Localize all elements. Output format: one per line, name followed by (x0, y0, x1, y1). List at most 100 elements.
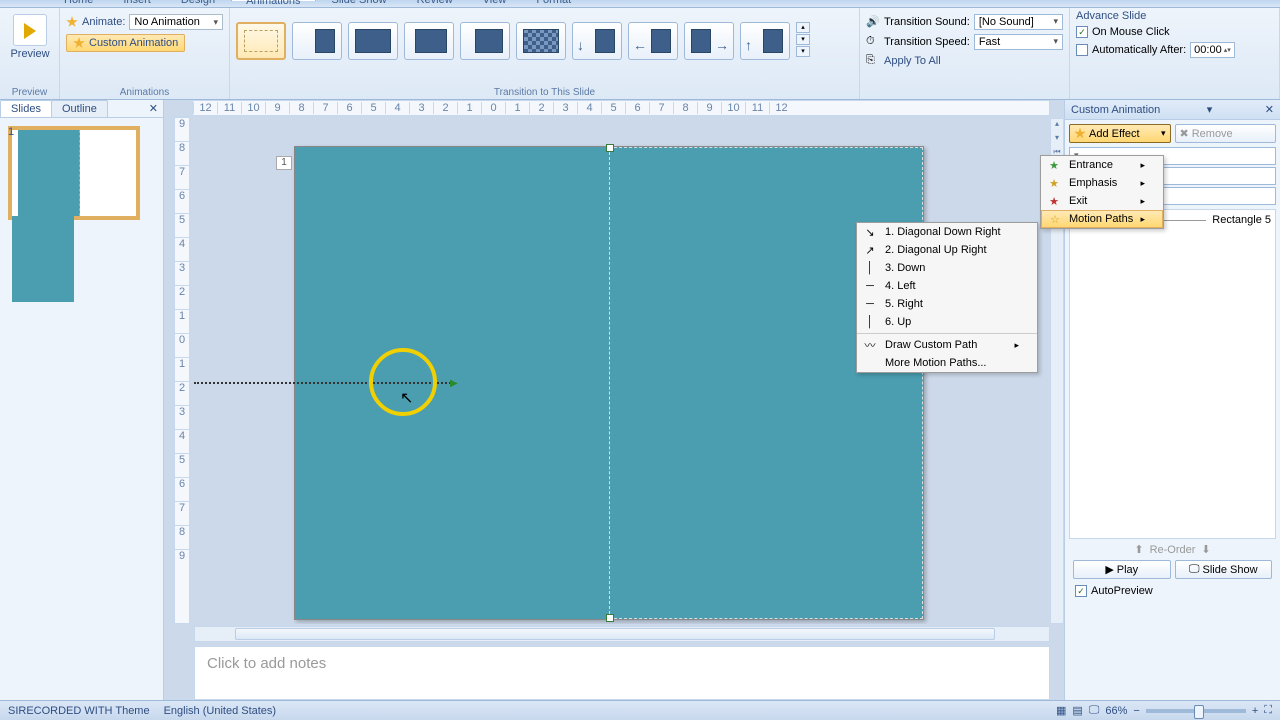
gallery-down[interactable]: ▾ (796, 34, 810, 45)
view-normal-icon[interactable]: ▦ (1056, 704, 1066, 717)
auto-after-label: Automatically After: (1092, 44, 1186, 56)
on-click-checkbox[interactable]: ✓ (1076, 26, 1088, 38)
status-lang[interactable]: English (United States) (164, 705, 277, 717)
horizontal-scrollbar[interactable] (194, 626, 1050, 642)
apply-all-icon: ⎘ (866, 54, 880, 68)
add-effect-menu: ★Entrance▸ ★Emphasis▸ ★Exit▸ ☆Motion Pat… (1040, 155, 1164, 229)
play-button[interactable]: ▶ Play (1073, 560, 1171, 579)
preview-icon (13, 14, 47, 46)
slides-tab[interactable]: Slides (0, 100, 52, 117)
animate-icon (66, 16, 78, 28)
transition-cut[interactable] (348, 22, 398, 60)
transition-checker[interactable] (516, 22, 566, 60)
tab-view[interactable]: View (469, 0, 521, 1)
transition-dissolve[interactable] (404, 22, 454, 60)
motion-path-end: ▶ (450, 378, 458, 386)
notes-pane[interactable]: Click to add notes (194, 646, 1050, 700)
menu-exit[interactable]: ★Exit▸ (1041, 192, 1163, 210)
auto-after-spinner[interactable]: 00:00 (1190, 42, 1235, 58)
transition-gallery[interactable]: ↓ ← → ↑ ▴ ▾ ▾ (236, 12, 853, 99)
gallery-up[interactable]: ▴ (796, 22, 810, 33)
menu-emphasis[interactable]: ★Emphasis▸ (1041, 174, 1163, 192)
animation-tag[interactable]: 1 (276, 156, 292, 170)
cursor-icon: ↖ (400, 388, 413, 408)
editor-area: 1211109876543210123456789101112 98765432… (164, 100, 1064, 700)
path-draw-custom[interactable]: 〰Draw Custom Path▸ (857, 336, 1037, 354)
motion-paths-submenu: ↘1. Diagonal Down Right ↗2. Diagonal Up … (856, 222, 1038, 373)
transition-fade[interactable] (292, 22, 342, 60)
reorder-up[interactable]: ⬆ (1134, 543, 1143, 556)
ribbon-tabs: Home Insert Design Animations Slide Show… (0, 0, 1280, 8)
transition-cover-up[interactable]: ↑ (740, 22, 790, 60)
tab-review[interactable]: Review (403, 0, 467, 1)
panel-close[interactable]: ✕ (143, 100, 164, 117)
transition-wipe[interactable] (460, 22, 510, 60)
effect-list[interactable]: 1 Rectangle 5 (1069, 209, 1276, 539)
path-down[interactable]: │3. Down (857, 259, 1037, 277)
view-show-icon[interactable]: 🖵 (1089, 704, 1100, 717)
outline-tab[interactable]: Outline (51, 100, 108, 117)
sound-dropdown[interactable]: [No Sound] (974, 14, 1063, 30)
status-theme: SIRECORDED WITH Theme (8, 705, 150, 717)
transition-cover-right[interactable]: → (684, 22, 734, 60)
slide-number: 1 (8, 126, 14, 138)
tab-design[interactable]: Design (167, 0, 229, 1)
transition-cover-down[interactable]: ↓ (572, 22, 622, 60)
preview-label: Preview (6, 48, 54, 60)
group-title-animations: Animations (60, 87, 229, 98)
autopreview-checkbox[interactable]: ✓ (1075, 585, 1087, 597)
zoom-value[interactable]: 66% (1105, 705, 1127, 717)
remove-button[interactable]: ✖ Remove (1175, 124, 1277, 143)
zoom-out[interactable]: − (1133, 705, 1139, 717)
zoom-in[interactable]: + (1252, 705, 1258, 717)
preview-button[interactable]: Preview (6, 12, 54, 60)
view-sorter-icon[interactable]: ▤ (1072, 704, 1082, 717)
tab-format[interactable]: Format (522, 0, 585, 1)
path-more[interactable]: More Motion Paths... (857, 354, 1037, 372)
ribbon: Preview Preview Animate: No Animation Cu… (0, 8, 1280, 100)
on-click-label: On Mouse Click (1092, 26, 1170, 38)
tab-slideshow[interactable]: Slide Show (318, 0, 401, 1)
tab-insert[interactable]: Insert (109, 0, 165, 1)
path-right[interactable]: ─5. Right (857, 295, 1037, 313)
path-diag-up-right[interactable]: ↗2. Diagonal Up Right (857, 241, 1037, 259)
autopreview-label: AutoPreview (1091, 585, 1153, 597)
gallery-more[interactable]: ▾ (796, 46, 810, 57)
group-title-transition: Transition to This Slide (230, 87, 859, 98)
path-left[interactable]: ─4. Left (857, 277, 1037, 295)
auto-after-checkbox[interactable] (1076, 44, 1088, 56)
transition-none[interactable] (236, 22, 286, 60)
star-icon (73, 37, 85, 49)
pane-close[interactable]: ✕ (1265, 103, 1274, 116)
tab-home[interactable]: Home (50, 0, 107, 1)
path-diag-down-right[interactable]: ↘1. Diagonal Down Right (857, 223, 1037, 241)
vertical-ruler: 9876543210123456789 (174, 116, 190, 624)
selected-shape[interactable] (609, 147, 923, 619)
sound-label: Transition Sound: (884, 16, 970, 28)
animate-dropdown[interactable]: No Animation (129, 14, 223, 30)
path-up[interactable]: │6. Up (857, 313, 1037, 331)
speed-label: Transition Speed: (884, 36, 970, 48)
apply-all-button[interactable]: Apply To All (884, 55, 941, 67)
tab-animations[interactable]: Animations (231, 0, 315, 1)
add-effect-button[interactable]: Add Effect ▾ (1069, 124, 1171, 143)
slide-thumbnail-1[interactable] (8, 126, 140, 220)
star-icon (1074, 128, 1086, 140)
slides-panel: Slides Outline ✕ 1 (0, 100, 164, 700)
reorder-controls: ⬆ Re-Order ⬇ (1069, 539, 1276, 560)
slideshow-button[interactable]: 🖵 Slide Show (1175, 560, 1273, 579)
advance-title: Advance Slide (1076, 10, 1273, 22)
menu-motion-paths[interactable]: ☆Motion Paths▸ (1041, 210, 1163, 228)
custom-animation-button[interactable]: Custom Animation (66, 34, 185, 52)
speed-dropdown[interactable]: Fast (974, 34, 1063, 50)
speed-icon: ⏱ (866, 35, 880, 49)
zoom-slider[interactable] (1146, 709, 1246, 713)
pane-menu-icon[interactable]: ▾ (1207, 103, 1213, 116)
menu-entrance[interactable]: ★Entrance▸ (1041, 156, 1163, 174)
pane-title: Custom Animation (1071, 104, 1160, 116)
animate-label: Animate: (82, 16, 125, 28)
transition-cover-left[interactable]: ← (628, 22, 678, 60)
sound-icon: 🔊 (866, 15, 880, 29)
reorder-down[interactable]: ⬇ (1201, 543, 1210, 556)
zoom-fit[interactable]: ⛶ (1264, 704, 1272, 717)
